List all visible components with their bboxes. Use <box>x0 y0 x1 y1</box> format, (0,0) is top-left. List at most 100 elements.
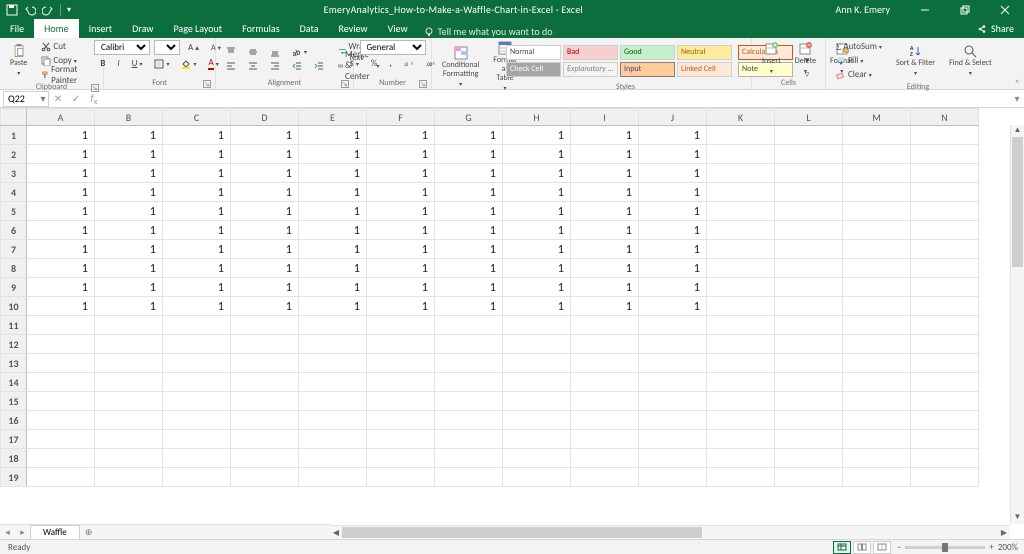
cell[interactable] <box>775 411 843 430</box>
row-header[interactable]: 3 <box>1 164 27 183</box>
cell[interactable] <box>911 411 979 430</box>
align-top-button[interactable] <box>222 45 240 58</box>
cell[interactable]: 1 <box>299 259 367 278</box>
cell[interactable] <box>639 430 707 449</box>
cell[interactable] <box>503 392 571 411</box>
cell[interactable]: 1 <box>95 278 163 297</box>
column-header[interactable]: H <box>503 109 571 126</box>
cell[interactable] <box>571 468 639 487</box>
cell[interactable] <box>231 392 299 411</box>
style-good[interactable]: Good <box>620 45 675 60</box>
cell[interactable] <box>571 316 639 335</box>
clear-button[interactable]: Clear▾ <box>832 68 886 81</box>
cell[interactable] <box>231 468 299 487</box>
cell[interactable]: 1 <box>231 240 299 259</box>
column-header[interactable]: K <box>707 109 775 126</box>
cell[interactable] <box>231 335 299 354</box>
cell[interactable] <box>299 449 367 468</box>
cell[interactable]: 1 <box>367 221 435 240</box>
cell[interactable] <box>843 392 911 411</box>
cell[interactable] <box>231 430 299 449</box>
column-header[interactable]: A <box>27 109 95 126</box>
cell[interactable] <box>843 221 911 240</box>
cell[interactable] <box>707 145 775 164</box>
cell[interactable]: 1 <box>503 278 571 297</box>
cell[interactable]: 1 <box>367 240 435 259</box>
conditional-formatting-button[interactable]: Conditional Formatting▾ <box>438 45 483 90</box>
cell[interactable]: 1 <box>299 202 367 221</box>
fill-button[interactable]: Fill▾ <box>832 54 886 67</box>
cell[interactable]: 1 <box>435 259 503 278</box>
row-header[interactable]: 5 <box>1 202 27 221</box>
cell[interactable] <box>639 392 707 411</box>
minimize-button[interactable] <box>910 0 940 19</box>
expand-formula-bar-button[interactable]: ▾ <box>1010 92 1024 105</box>
cell[interactable]: 1 <box>231 183 299 202</box>
cell[interactable] <box>911 278 979 297</box>
cell[interactable] <box>95 411 163 430</box>
cell[interactable] <box>843 240 911 259</box>
style-explanatory[interactable]: Explanatory ... <box>563 62 618 77</box>
cell[interactable] <box>299 316 367 335</box>
cell[interactable]: 1 <box>503 259 571 278</box>
cell[interactable] <box>911 202 979 221</box>
cell[interactable] <box>639 468 707 487</box>
cell[interactable] <box>95 335 163 354</box>
cell[interactable]: 1 <box>367 183 435 202</box>
cell[interactable] <box>911 183 979 202</box>
cell[interactable]: 1 <box>95 259 163 278</box>
view-normal-button[interactable] <box>833 541 851 554</box>
cell[interactable]: 1 <box>27 221 95 240</box>
cell-styles-gallery[interactable]: Normal Bad Good Neutral Check Cell Expla… <box>506 45 732 77</box>
cell[interactable] <box>503 411 571 430</box>
cell[interactable] <box>503 316 571 335</box>
tab-file[interactable]: File <box>0 19 34 38</box>
tab-insert[interactable]: Insert <box>79 19 123 38</box>
delete-cells-button[interactable]: Delete▾ <box>791 41 820 77</box>
cell[interactable] <box>707 297 775 316</box>
cell[interactable]: 1 <box>95 126 163 145</box>
cell[interactable] <box>911 221 979 240</box>
cell[interactable] <box>707 259 775 278</box>
cell[interactable]: 1 <box>27 297 95 316</box>
insert-cells-button[interactable]: Insert▾ <box>758 41 785 77</box>
cell[interactable] <box>775 468 843 487</box>
tab-home[interactable]: Home <box>34 19 78 38</box>
cell[interactable] <box>707 164 775 183</box>
cell[interactable]: 1 <box>163 202 231 221</box>
cell[interactable] <box>775 145 843 164</box>
tab-draw[interactable]: Draw <box>122 19 163 38</box>
borders-button[interactable]: ▾ <box>150 57 173 70</box>
cell[interactable] <box>639 373 707 392</box>
row-header[interactable]: 17 <box>1 430 27 449</box>
find-select-button[interactable]: Find & Select▾ <box>945 43 996 79</box>
tab-page-layout[interactable]: Page Layout <box>163 19 232 38</box>
row-header[interactable]: 12 <box>1 335 27 354</box>
cell[interactable] <box>911 449 979 468</box>
scroll-thumb[interactable] <box>342 527 702 538</box>
cell[interactable]: 1 <box>435 126 503 145</box>
cell[interactable]: 1 <box>95 145 163 164</box>
cell[interactable]: 1 <box>95 202 163 221</box>
row-header[interactable]: 13 <box>1 354 27 373</box>
cell[interactable]: 1 <box>639 240 707 259</box>
row-header[interactable]: 8 <box>1 259 27 278</box>
column-header[interactable]: N <box>911 109 979 126</box>
cell[interactable]: 1 <box>27 183 95 202</box>
cell[interactable]: 1 <box>639 202 707 221</box>
horizontal-scrollbar[interactable]: ◀ ▶ <box>330 525 1010 539</box>
cell[interactable] <box>163 316 231 335</box>
cell[interactable] <box>231 411 299 430</box>
row-header[interactable]: 14 <box>1 373 27 392</box>
restore-button[interactable] <box>950 0 980 19</box>
cell[interactable] <box>95 468 163 487</box>
row-header[interactable]: 19 <box>1 468 27 487</box>
cell[interactable]: 1 <box>299 221 367 240</box>
cell[interactable] <box>435 468 503 487</box>
row-header[interactable]: 9 <box>1 278 27 297</box>
cell[interactable] <box>163 411 231 430</box>
cell[interactable] <box>163 449 231 468</box>
cell[interactable] <box>707 449 775 468</box>
cell[interactable] <box>299 373 367 392</box>
cell[interactable] <box>571 354 639 373</box>
